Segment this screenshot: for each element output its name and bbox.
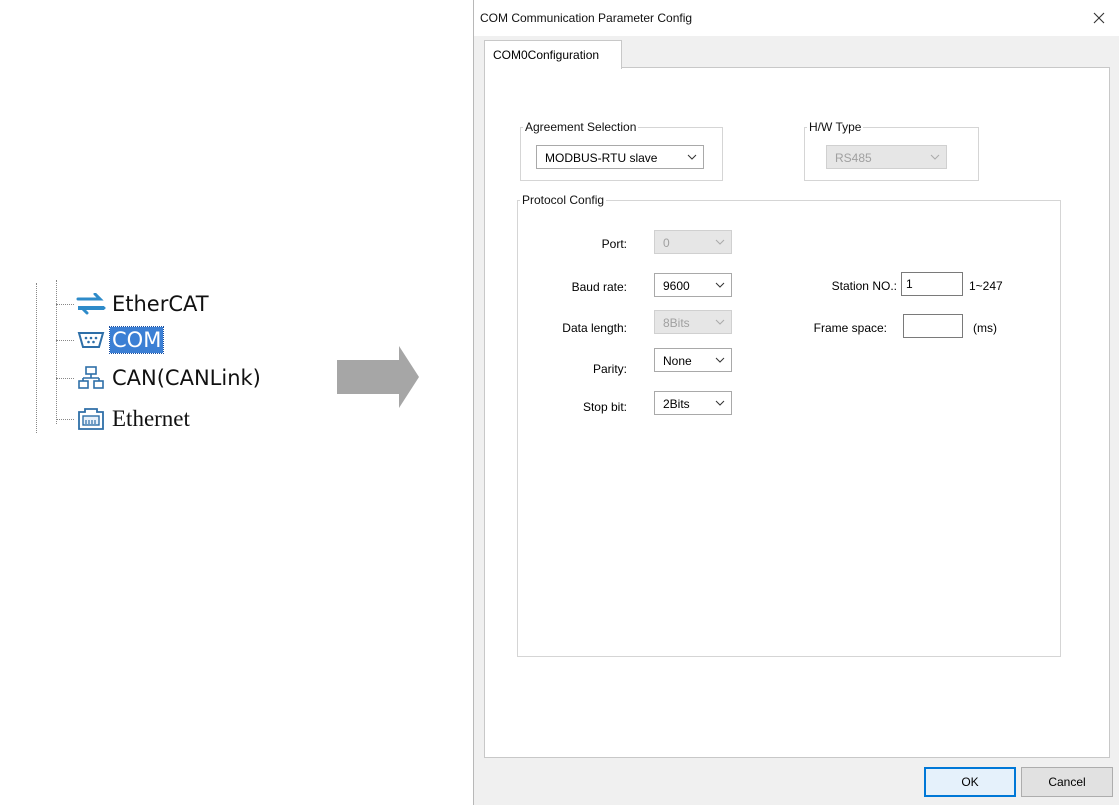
- tree-item-label: Ethernet: [112, 406, 190, 431]
- com-config-dialog: COM Communication Parameter Config COM0C…: [473, 0, 1119, 805]
- network-tree-icon: [76, 365, 106, 391]
- tree-guide-line: [36, 283, 37, 433]
- frame-space-input[interactable]: [903, 314, 963, 338]
- select-value: 2Bits: [663, 397, 690, 411]
- tree-item-can[interactable]: CAN(CANLink): [56, 362, 263, 394]
- parity-label: Parity:: [592, 362, 627, 376]
- stop-bit-select[interactable]: 2Bits: [654, 391, 732, 415]
- ok-button[interactable]: OK: [924, 767, 1016, 797]
- close-icon: [1093, 12, 1105, 24]
- select-value: 8Bits: [663, 316, 690, 330]
- tab-label: COM0Configuration: [493, 48, 600, 62]
- baud-rate-label: Baud rate:: [571, 280, 627, 294]
- chevron-down-icon: [715, 239, 725, 245]
- frame-space-unit: (ms): [973, 321, 997, 335]
- chevron-down-icon: [687, 154, 697, 160]
- port-label: Port:: [601, 237, 627, 251]
- device-tree: EtherCAT COM CAN(CANLink) Ethernet: [0, 0, 320, 805]
- group-legend: H/W Type: [809, 120, 862, 134]
- dialog-title: COM Communication Parameter Config: [480, 11, 693, 25]
- cancel-button[interactable]: Cancel: [1021, 767, 1113, 797]
- hw-type-select[interactable]: RS485: [826, 145, 947, 169]
- select-value: MODBUS-RTU slave: [545, 151, 658, 165]
- select-value: 0: [663, 236, 670, 250]
- chevron-down-icon: [715, 357, 725, 363]
- agreement-select[interactable]: MODBUS-RTU slave: [536, 145, 704, 169]
- baud-rate-select[interactable]: 9600: [654, 273, 732, 297]
- parity-select[interactable]: None: [654, 348, 732, 372]
- tree-item-com[interactable]: COM: [56, 324, 165, 356]
- input-value: 1: [906, 277, 913, 291]
- group-legend: Protocol Config: [522, 193, 605, 207]
- port-select[interactable]: 0: [654, 230, 732, 254]
- station-no-label: Station NO.:: [831, 279, 897, 293]
- protocol-config-group: Protocol Config: [517, 193, 1061, 657]
- tree-item-label: EtherCAT: [112, 292, 209, 316]
- right-arrow-icon: [337, 346, 419, 411]
- select-value: None: [663, 354, 692, 368]
- ethercat-arrows-icon: [76, 291, 106, 317]
- tab-panel: Agreement Selection MODBUS-RTU slave H/W…: [484, 67, 1110, 758]
- frame-space-label: Frame space:: [813, 321, 887, 335]
- tab-com0-configuration[interactable]: COM0Configuration: [484, 40, 622, 69]
- ethernet-port-icon: [76, 406, 106, 432]
- data-length-label: Data length:: [562, 321, 627, 335]
- tree-item-ethercat[interactable]: EtherCAT: [56, 288, 211, 320]
- dialog-titlebar: COM Communication Parameter Config: [474, 0, 1119, 36]
- chevron-down-icon: [930, 154, 940, 160]
- select-value: RS485: [835, 151, 872, 165]
- tree-item-ethernet[interactable]: Ethernet: [56, 403, 192, 435]
- chevron-down-icon: [715, 282, 725, 288]
- chevron-down-icon: [715, 319, 725, 325]
- chevron-down-icon: [715, 400, 725, 406]
- group-legend: Agreement Selection: [525, 120, 637, 134]
- station-range: 1~247: [969, 279, 1003, 293]
- stop-bit-label: Stop bit:: [582, 400, 627, 414]
- serial-port-icon: [76, 327, 106, 353]
- close-button[interactable]: [1086, 6, 1112, 30]
- select-value: 9600: [663, 279, 690, 293]
- tree-item-label: COM: [108, 326, 165, 354]
- station-no-input[interactable]: 1: [901, 272, 963, 296]
- tree-item-label: CAN(CANLink): [112, 366, 261, 390]
- data-length-select[interactable]: 8Bits: [654, 310, 732, 334]
